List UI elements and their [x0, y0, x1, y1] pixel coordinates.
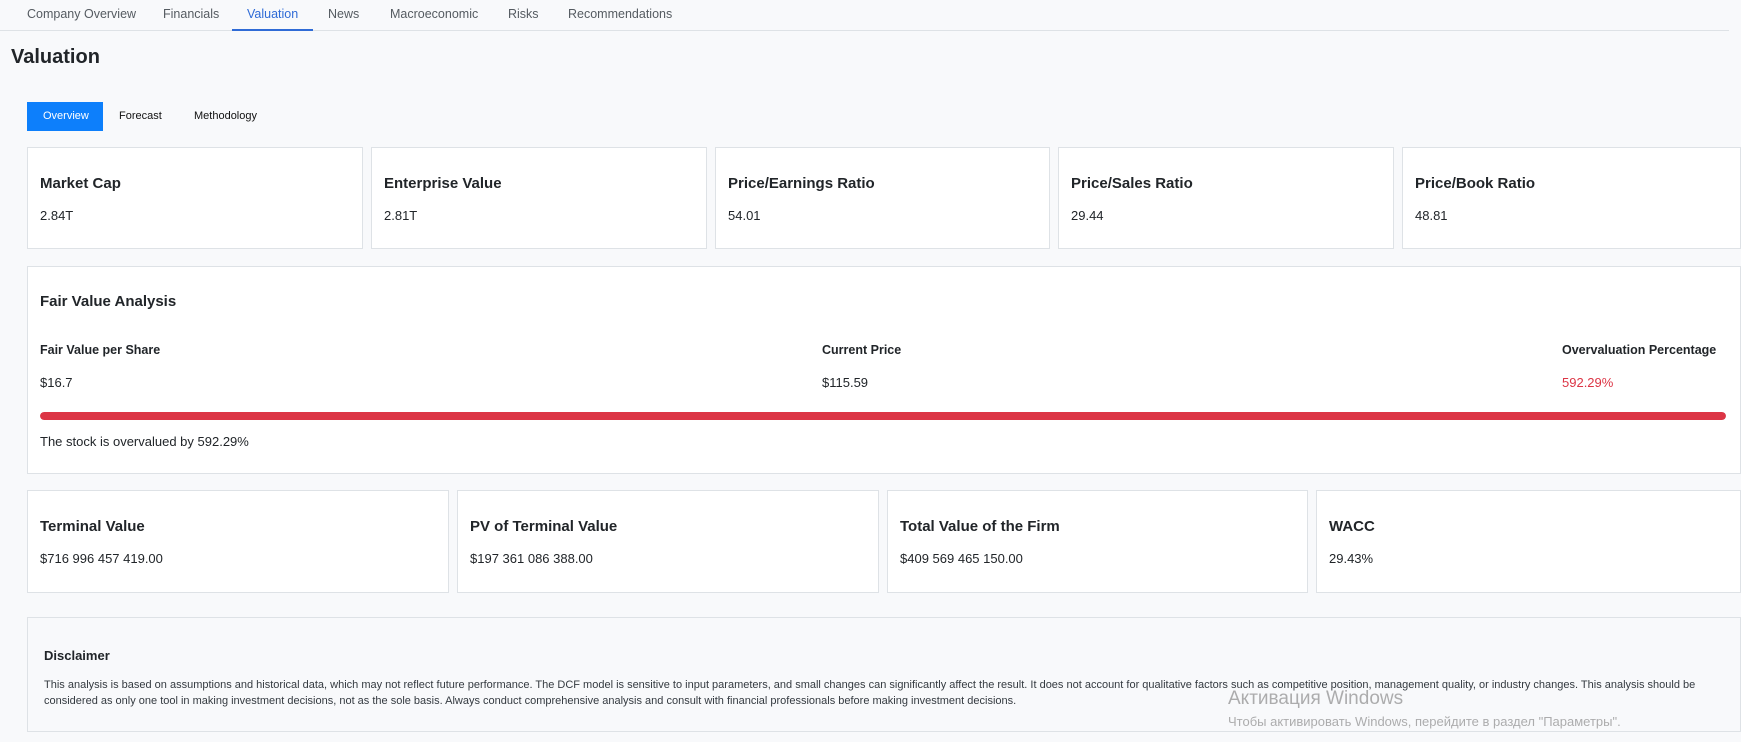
card-value: 2.84T	[40, 208, 74, 223]
card-value: $409 569 465 150.00	[900, 551, 1023, 566]
card-title: Terminal Value	[40, 518, 145, 535]
card-value: 2.81T	[384, 208, 418, 223]
tab-financials[interactable]: Financials	[148, 0, 234, 31]
page-title: Valuation	[11, 46, 100, 68]
card-title: Price/Sales Ratio	[1071, 175, 1193, 192]
tab-news[interactable]: News	[313, 0, 374, 31]
disclaimer-title: Disclaimer	[44, 648, 110, 663]
card-value: 29.44	[1071, 208, 1104, 223]
card-value: $197 361 086 388.00	[470, 551, 593, 566]
fair-value-label: Fair Value per Share	[40, 343, 161, 357]
subtab-methodology[interactable]: Methodology	[178, 102, 273, 131]
wacc-card: WACC 29.43%	[1316, 490, 1741, 593]
current-price: Current Price $115.59	[822, 343, 901, 390]
card-title: Total Value of the Firm	[900, 518, 1060, 535]
card-title: Price/Earnings Ratio	[728, 175, 875, 192]
overvaluation-percentage: Overvaluation Percentage 592.29%	[1562, 343, 1716, 390]
fair-value-amount: $16.7	[40, 375, 73, 390]
pe-ratio-card: Price/Earnings Ratio 54.01	[715, 147, 1050, 249]
disclaimer-box: Disclaimer This analysis is based on ass…	[27, 617, 1741, 732]
current-price-label: Current Price	[822, 343, 902, 357]
pv-terminal-value-card: PV of Terminal Value $197 361 086 388.00	[457, 490, 879, 593]
card-title: WACC	[1329, 518, 1375, 535]
tab-macroeconomic[interactable]: Macroeconomic	[375, 0, 493, 31]
tab-company-overview[interactable]: Company Overview	[12, 0, 151, 31]
overvaluation-label: Overvaluation Percentage	[1562, 343, 1717, 357]
card-value: $716 996 457 419.00	[40, 551, 163, 566]
overvaluation-note: The stock is overvalued by 592.29%	[40, 434, 249, 449]
current-price-amount: $115.59	[822, 375, 869, 390]
fair-value-card: Fair Value Analysis Fair Value per Share…	[27, 266, 1741, 474]
pb-ratio-card: Price/Book Ratio 48.81	[1402, 147, 1741, 249]
fair-value-per-share: Fair Value per Share $16.7	[40, 343, 160, 390]
subtab-forecast[interactable]: Forecast	[103, 102, 178, 131]
tab-valuation[interactable]: Valuation	[232, 0, 314, 31]
card-title: Enterprise Value	[384, 175, 502, 192]
market-cap-card: Market Cap 2.84T	[27, 147, 363, 249]
disclaimer-text: This analysis is based on assumptions an…	[44, 679, 1696, 707]
overvaluation-progress-bar	[40, 412, 1726, 420]
terminal-value-card: Terminal Value $716 996 457 419.00	[27, 490, 449, 593]
top-navigation: Company Overview Financials Valuation Ne…	[0, 0, 1729, 31]
total-value-firm-card: Total Value of the Firm $409 569 465 150…	[887, 490, 1308, 593]
card-title: Price/Book Ratio	[1415, 175, 1536, 192]
enterprise-value-card: Enterprise Value 2.81T	[371, 147, 707, 249]
tab-recommendations[interactable]: Recommendations	[553, 0, 687, 31]
card-value: 29.43%	[1329, 551, 1374, 566]
card-title: Market Cap	[40, 175, 121, 192]
ps-ratio-card: Price/Sales Ratio 29.44	[1058, 147, 1394, 249]
card-value: 54.01	[728, 208, 761, 223]
card-title: PV of Terminal Value	[470, 518, 618, 535]
card-value: 48.81	[1415, 208, 1448, 223]
overvaluation-amount: 592.29%	[1562, 375, 1614, 390]
subtab-overview[interactable]: Overview	[27, 102, 103, 131]
progress-fill	[40, 412, 1726, 420]
fair-value-title: Fair Value Analysis	[40, 293, 177, 310]
tab-risks[interactable]: Risks	[493, 0, 554, 31]
